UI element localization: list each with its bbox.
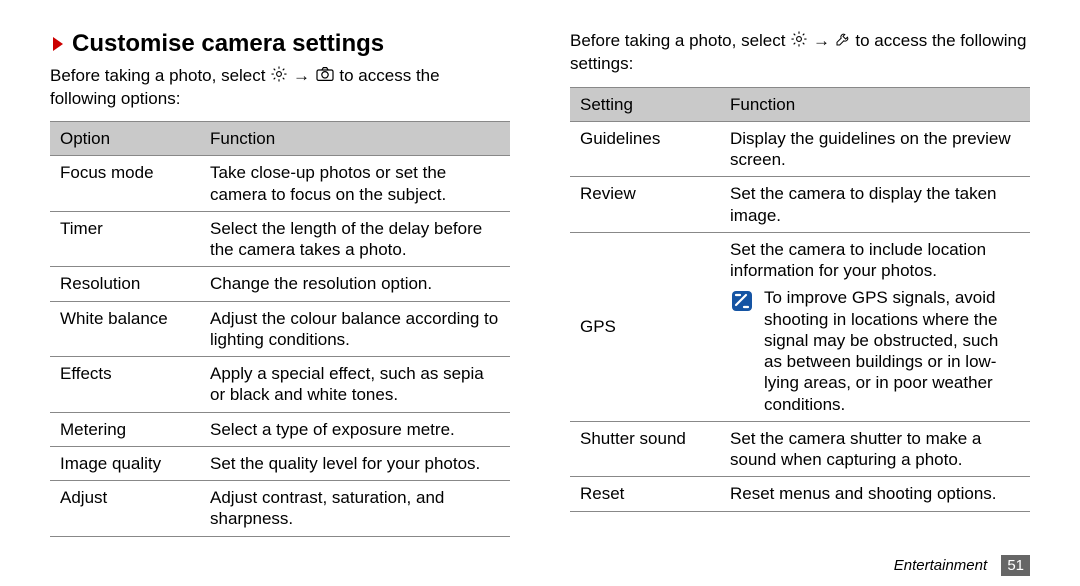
table-row: GPS Set the camera to include location i… <box>570 232 1030 421</box>
page-footer: Entertainment 51 <box>894 557 1030 574</box>
footer-section: Entertainment <box>894 557 987 574</box>
table-row: Image qualitySet the quality level for y… <box>50 446 510 480</box>
table-row: TimerSelect the length of the delay befo… <box>50 211 510 267</box>
right-column: Before taking a photo, select → to acces… <box>570 30 1030 537</box>
gps-note-text: To improve GPS signals, avoid shooting i… <box>764 287 1020 415</box>
gear-icon <box>270 68 293 87</box>
table-row: GuidelinesDisplay the guidelines on the … <box>570 121 1030 177</box>
left-column: Customise camera settings Before taking … <box>50 30 510 537</box>
chevron-right-icon <box>50 31 66 59</box>
camera-icon <box>315 67 340 86</box>
table-row: MeteringSelect a type of exposure metre. <box>50 412 510 446</box>
gear-icon <box>790 33 813 52</box>
th-function: Function <box>720 87 1030 121</box>
intro-settings: Before taking a photo, select → to acces… <box>570 30 1030 75</box>
table-row: EffectsApply a special effect, such as s… <box>50 357 510 413</box>
table-row: AdjustAdjust contrast, saturation, and s… <box>50 481 510 537</box>
table-row: Focus modeTake close-up photos or set th… <box>50 156 510 212</box>
page-number: 51 <box>1001 555 1030 576</box>
table-row: White balanceAdjust the colour balance a… <box>50 301 510 357</box>
th-setting: Setting <box>570 87 720 121</box>
wrench-icon <box>835 33 856 52</box>
options-table: Option Function Focus modeTake close-up … <box>50 121 510 537</box>
table-row: ResolutionChange the resolution option. <box>50 267 510 301</box>
th-function: Function <box>200 122 510 156</box>
gps-main-text: Set the camera to include location infor… <box>730 239 1020 282</box>
settings-table: Setting Function GuidelinesDisplay the g… <box>570 87 1030 512</box>
th-option: Option <box>50 122 200 156</box>
intro-options: Before taking a photo, select → to acces… <box>50 65 510 110</box>
note-icon <box>730 289 754 318</box>
section-heading: Customise camera settings <box>50 30 510 59</box>
table-row: Shutter soundSet the camera shutter to m… <box>570 421 1030 477</box>
table-row: ReviewSet the camera to display the take… <box>570 177 1030 233</box>
table-row: ResetReset menus and shooting options. <box>570 477 1030 511</box>
